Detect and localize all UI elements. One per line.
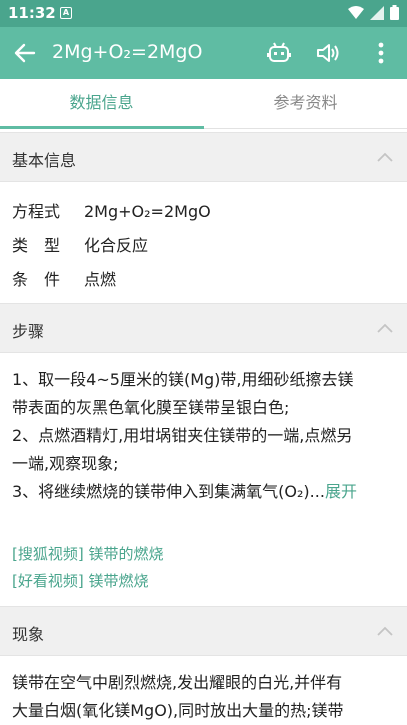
video-link-haokan[interactable]: [好看视频] 镁带燃烧: [12, 570, 148, 591]
phenomenon-text: 镁带在空气中剧烈燃烧,发出耀眼的白光,并伴有 大量白烟(氧化镁MgO),同时放出…: [12, 669, 400, 725]
section-header-steps[interactable]: 步骤: [0, 303, 407, 353]
section-title-phenomenon: 现象: [12, 625, 45, 644]
section-title-steps: 步骤: [12, 322, 45, 341]
page-title: 2Mg+O₂=2MgO: [52, 41, 203, 63]
info-key: 方程式: [12, 202, 61, 221]
info-key: 类 型: [12, 236, 61, 255]
chevron-up-icon: [377, 323, 393, 333]
chevron-up-icon: [377, 152, 393, 162]
steps-line: 1、取一段4~5厘米的镁(Mg)带,用细砂纸擦去镁: [12, 370, 354, 389]
steps-text: 1、取一段4~5厘米的镁(Mg)带,用细砂纸擦去镁 带表面的灰黑色氧化膜至镁带呈…: [12, 366, 400, 506]
system-icons: [348, 5, 399, 20]
phenomenon-line: 镁带在空气中剧烈燃烧,发出耀眼的白光,并伴有: [12, 673, 343, 692]
video-link-sohu[interactable]: [搜狐视频] 镁带的燃烧: [12, 543, 163, 564]
back-arrow-icon[interactable]: [12, 40, 38, 66]
signal-icon: [370, 5, 384, 20]
info-row-condition: 条 件 点燃: [12, 266, 116, 290]
steps-line: 一端,观察现象;: [12, 454, 119, 473]
tab-bar: 数据信息 参考资料: [0, 79, 407, 129]
tab-data-info[interactable]: 数据信息: [0, 79, 203, 129]
info-key: 条 件: [12, 270, 61, 289]
info-value: 点燃: [84, 270, 117, 289]
info-value: 化合反应: [84, 236, 149, 255]
notification-icon: A: [60, 7, 72, 19]
section-title-basic: 基本信息: [12, 151, 77, 170]
tab-indicator: [0, 126, 204, 129]
steps-line: 2、点燃酒精灯,用坩埚钳夹住镁带的一端,点燃另: [12, 426, 353, 445]
phenomenon-line: 大量白烟(氧化镁MgO),同时放出大量的热;镁带: [12, 701, 344, 720]
status-bar: 11:32 A: [0, 0, 407, 27]
wifi-icon: [348, 5, 364, 19]
steps-line: 3、将继续燃烧的镁带伸入到集满氧气(O₂)...: [12, 482, 325, 501]
section-header-basic[interactable]: 基本信息: [0, 132, 407, 182]
battery-icon: [390, 5, 399, 20]
info-row-equation: 方程式 2Mg+O₂=2MgO: [12, 198, 211, 222]
speaker-icon[interactable]: [315, 40, 341, 66]
info-row-type: 类 型 化合反应: [12, 232, 148, 256]
steps-line-last: 3、将继续燃烧的镁带伸入到集满氧气(O₂)...展开: [12, 478, 400, 506]
status-time: 11:32: [8, 4, 56, 22]
steps-line: 带表面的灰黑色氧化膜至镁带呈银白色;: [12, 398, 290, 417]
robot-icon[interactable]: [266, 40, 292, 66]
expand-link[interactable]: 展开: [325, 482, 357, 501]
info-value: 2Mg+O₂=2MgO: [84, 202, 211, 221]
section-header-phenomenon[interactable]: 现象: [0, 606, 407, 656]
more-vert-icon[interactable]: [368, 40, 394, 66]
chevron-up-icon: [377, 626, 393, 636]
tab-references[interactable]: 参考资料: [204, 79, 407, 129]
app-bar: 2Mg+O₂=2MgO: [0, 27, 407, 79]
